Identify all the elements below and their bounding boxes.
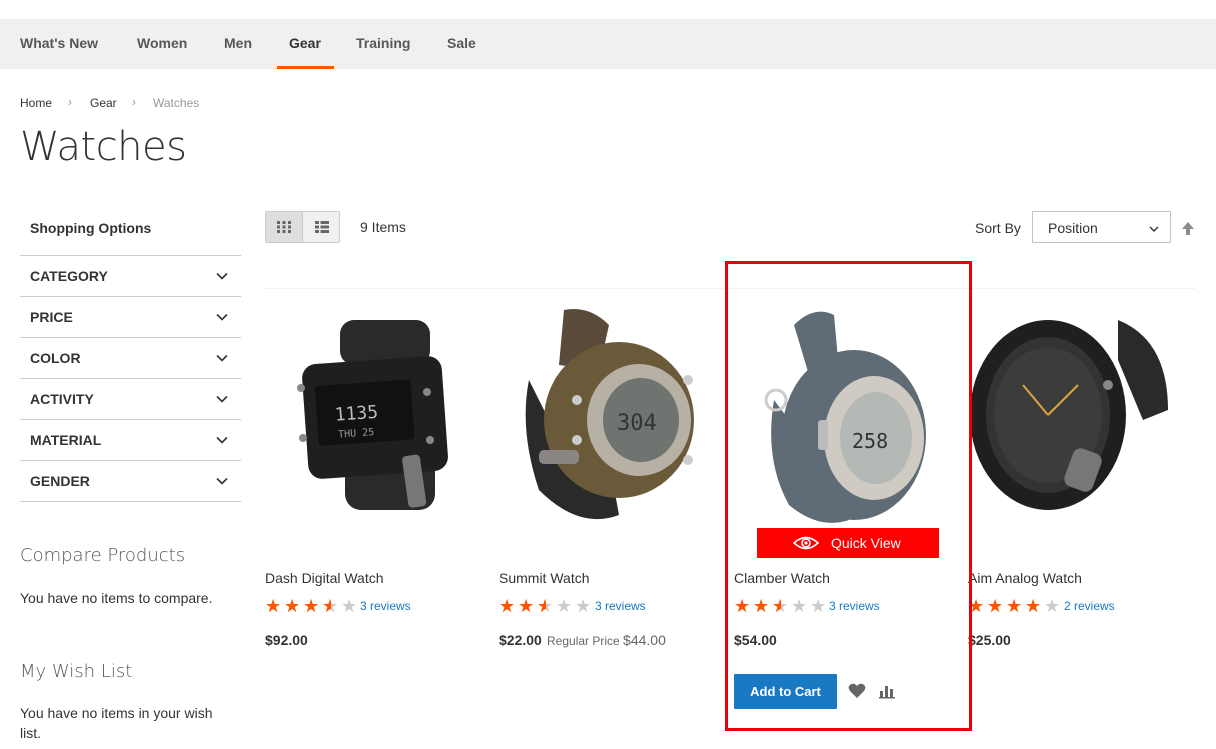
filter-label: CATEGORY [30,268,108,284]
compare-products-title: Compare Products [20,545,186,566]
chevron-down-icon [216,436,228,444]
filter-material[interactable]: MATERIAL [20,419,241,460]
product-price: $92.00 [265,632,308,648]
chevron-down-icon [216,395,228,403]
star-icon: ★ ★ [1006,596,1023,616]
filter-category[interactable]: CATEGORY [20,255,241,296]
product-price: $22.00 [499,632,542,648]
regular-price-value: $44.00 [623,632,666,648]
highlight-box [725,261,972,731]
nav-sale[interactable]: Sale [447,19,476,69]
star-icon: ★ ★ [1025,596,1042,616]
filter-label: COLOR [30,350,81,366]
divider [20,501,241,502]
chevron-down-icon [216,272,228,280]
svg-text:304: 304 [617,411,657,436]
star-icon: ★ ★ [987,596,1004,616]
sort-by-label: Sort By [975,220,1021,236]
star-icon: ★ ★ [518,596,535,616]
sort-ascending-icon[interactable] [1180,220,1196,236]
reviews-link[interactable]: 3 reviews [595,599,646,613]
nav-whats-new[interactable]: What's New [20,19,98,69]
star-icon: ★ ★ [537,596,554,616]
star-icon: ★ [556,596,573,616]
filter-price[interactable]: PRICE [20,296,241,337]
product-name-link[interactable]: Summit Watch [499,570,590,586]
chevron-right-icon: › [68,95,72,109]
page-title: Watches [20,124,187,170]
star-icon: ★ ★ [284,596,301,616]
filter-activity[interactable]: ACTIVITY [20,378,241,419]
chevron-right-icon: › [132,95,136,109]
product-image-aim-analog-watch[interactable] [968,290,1193,550]
star-icon: ★ ★ [265,596,282,616]
list-view-button[interactable] [303,212,339,242]
star-icon: ★ ★ [303,596,320,616]
chevron-down-icon [216,354,228,362]
breadcrumb-home[interactable]: Home [20,96,52,110]
filter-gender[interactable]: GENDER [20,460,241,501]
star-icon: ★ [341,596,358,616]
product-image-dash-digital-watch[interactable]: 1135 THU 25 [265,290,490,550]
star-icon: ★ [1044,596,1061,616]
product-image-summit-watch[interactable]: 304 [499,290,724,550]
star-icon: ★ ★ [322,596,339,616]
regular-price-label: Regular Price [547,634,620,648]
breadcrumb-gear[interactable]: Gear [90,96,117,110]
grid-icon [277,221,291,233]
regular-price: Regular Price $44.00 [547,632,666,648]
nav-gear[interactable]: Gear [289,19,321,69]
filter-label: ACTIVITY [30,391,94,407]
compare-products-text: You have no items to compare. [20,590,213,606]
wishlist-title: My Wish List [20,661,133,682]
star-icon: ★ [575,596,592,616]
product-price: $25.00 [968,632,1011,648]
nav-training[interactable]: Training [356,19,410,69]
filter-label: PRICE [30,309,73,325]
nav-men[interactable]: Men [224,19,252,69]
view-mode-switcher [265,211,340,243]
reviews-link[interactable]: 2 reviews [1064,599,1115,613]
rating-stars: ★ ★ ★ ★ ★ ★ ★ ★ ★ [968,597,1063,615]
top-navigation: What's New Women Men Gear Training Sale [0,19,1216,69]
chevron-down-icon [1149,226,1159,232]
nav-active-indicator [277,66,334,69]
chevron-down-icon [216,313,228,321]
filter-label: GENDER [30,473,90,489]
filter-label: MATERIAL [30,432,102,448]
items-count: 9 Items [360,219,406,235]
shopping-options-title: Shopping Options [30,220,152,236]
list-icon [314,221,329,233]
filter-color[interactable]: COLOR [20,337,241,378]
product-name-link[interactable]: Aim Analog Watch [968,570,1082,586]
rating-stars: ★ ★ ★ ★ ★ ★ ★ ★ [499,597,594,615]
svg-text:1135: 1135 [334,402,379,426]
product-name-link[interactable]: Dash Digital Watch [265,570,384,586]
sort-by-value: Position [1048,220,1098,236]
grid-view-button[interactable] [266,212,303,242]
breadcrumb-current: Watches [153,96,200,110]
wishlist-text: You have no items in your wish list. [20,705,213,741]
star-icon: ★ ★ [499,596,516,616]
rating-stars: ★ ★ ★ ★ ★ ★ ★ ★ ★ [265,597,360,615]
sort-by-select[interactable]: Position [1032,211,1171,243]
nav-women[interactable]: Women [137,19,187,69]
reviews-link[interactable]: 3 reviews [360,599,411,613]
chevron-down-icon [216,477,228,485]
